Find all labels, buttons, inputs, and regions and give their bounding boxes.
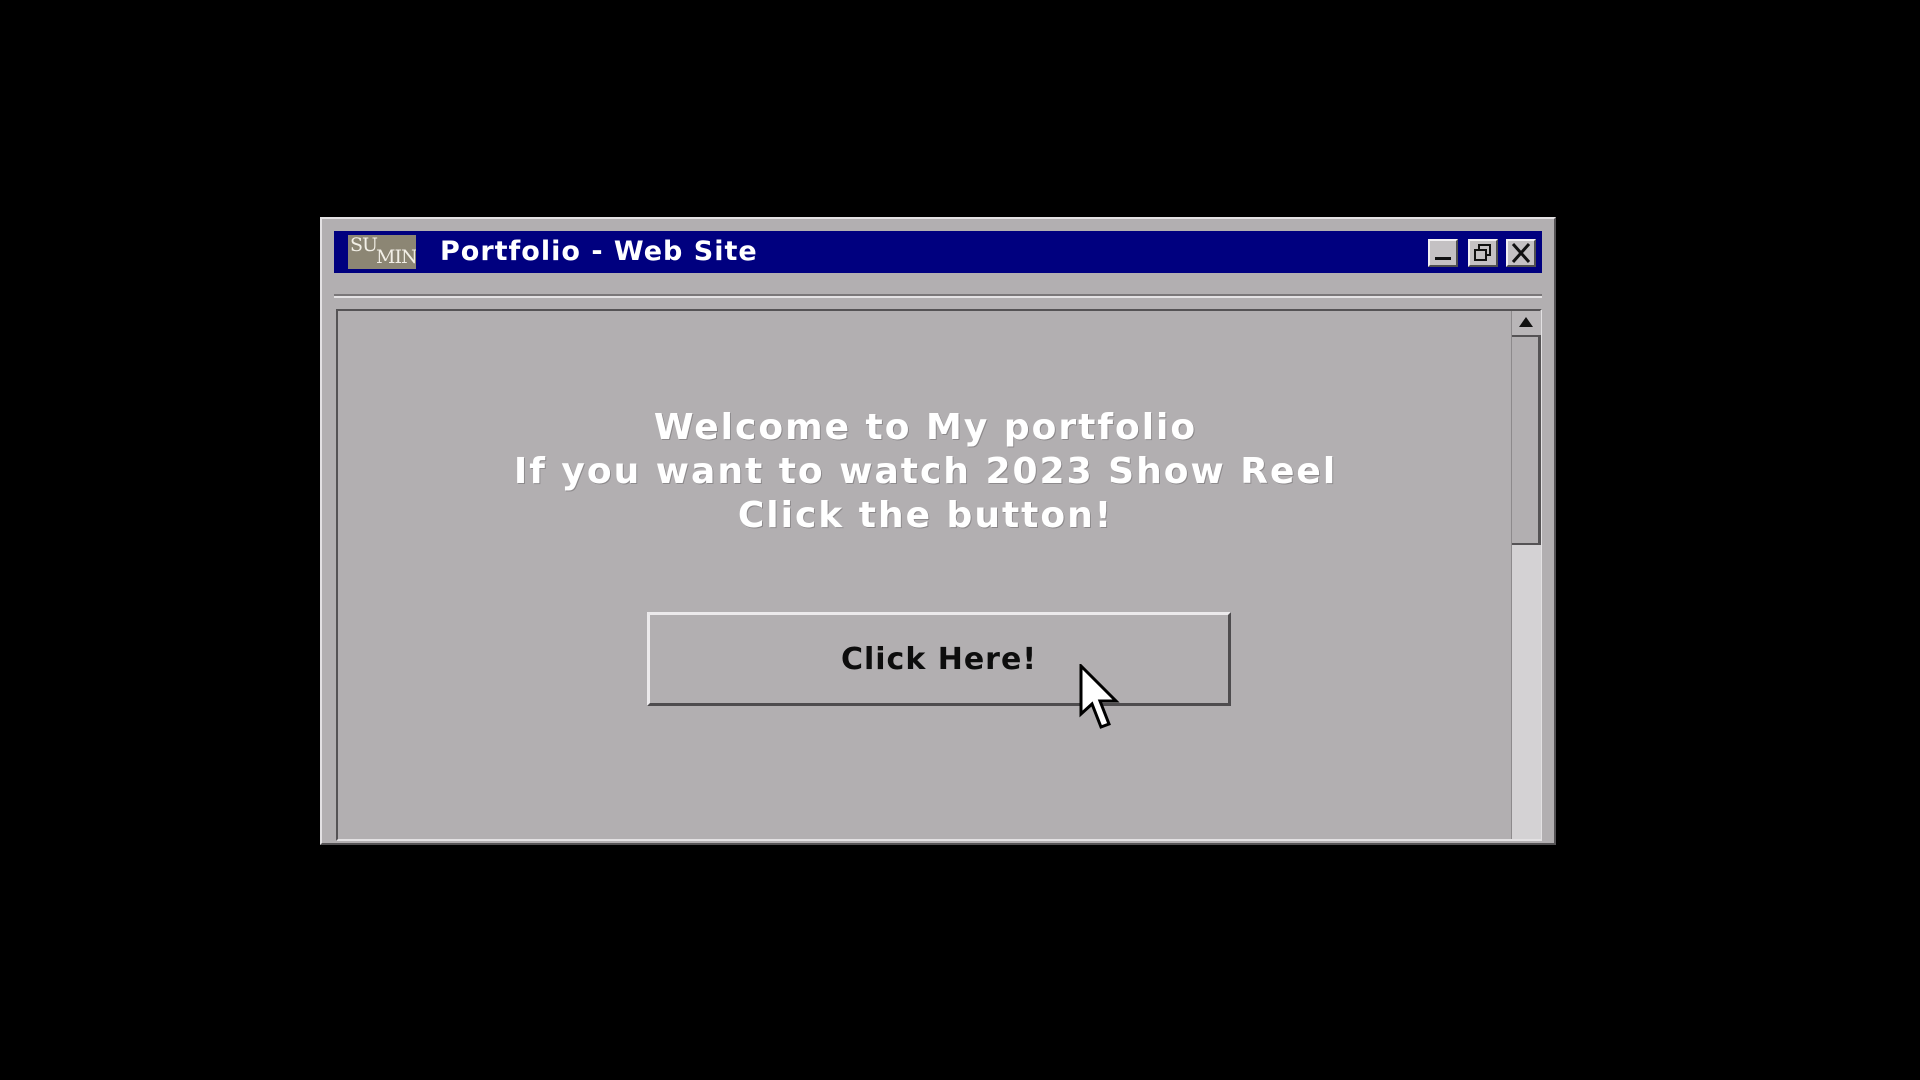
- mouse-pointer-icon: [1079, 664, 1120, 729]
- minimize-icon: [1435, 257, 1451, 260]
- welcome-message: Welcome to My portfolio If you want to w…: [338, 406, 1513, 538]
- logo-text-bottom: MIN: [376, 246, 416, 268]
- minimize-button[interactable]: [1428, 239, 1458, 267]
- app-window: SU MIN Portfolio - Web Site Welcome to M…: [320, 217, 1556, 845]
- click-here-button[interactable]: Click Here!: [647, 612, 1231, 706]
- vertical-scrollbar[interactable]: [1511, 311, 1541, 839]
- welcome-line-3: Click the button!: [737, 495, 1114, 536]
- content-pane: Welcome to My portfolio If you want to w…: [336, 309, 1542, 841]
- scroll-thumb[interactable]: [1512, 337, 1541, 545]
- scroll-up-button[interactable]: [1512, 311, 1541, 337]
- title-bar[interactable]: SU MIN Portfolio - Web Site: [334, 231, 1542, 273]
- menu-divider: [334, 294, 1542, 298]
- welcome-line-1: Welcome to My portfolio: [653, 407, 1198, 448]
- window-title: Portfolio - Web Site: [440, 236, 758, 267]
- restore-icon: [1474, 244, 1491, 261]
- logo-text-top: SU: [350, 235, 378, 256]
- restore-button[interactable]: [1468, 239, 1498, 267]
- app-logo: SU MIN: [348, 235, 416, 269]
- close-button[interactable]: [1506, 239, 1536, 267]
- welcome-line-2: If you want to watch 2023 Show Reel: [513, 451, 1338, 492]
- close-icon: [1511, 243, 1531, 263]
- arrow-up-icon: [1519, 317, 1533, 327]
